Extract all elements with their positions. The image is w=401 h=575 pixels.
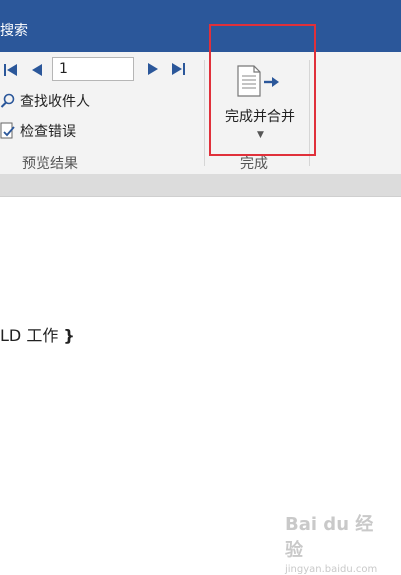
document-area[interactable] [0, 196, 401, 563]
chevron-down-icon: ▼ [257, 130, 264, 140]
previous-record-button[interactable] [26, 59, 48, 81]
finish-and-merge-label: 完成并合并 [225, 109, 295, 125]
record-number-input[interactable]: 1 [52, 57, 134, 81]
preview-results-group-label: 预览结果 [22, 156, 78, 172]
next-record-button[interactable] [142, 58, 164, 80]
search-icon [0, 93, 15, 108]
first-record-button[interactable] [0, 59, 22, 81]
finish-group-label: 完成 [240, 156, 268, 172]
merge-field: LD 工作 } [0, 322, 75, 346]
find-recipient-button[interactable]: 查找收件人 [0, 90, 90, 112]
group-separator [204, 60, 205, 166]
baidu-watermark: Bai du 经验 jingyan.baidu.com [285, 510, 385, 575]
last-record-icon [172, 63, 185, 75]
check-errors-label: 检查错误 [20, 124, 76, 140]
window-title: 搜索 [0, 23, 28, 39]
finish-merge-icon [237, 65, 279, 97]
merge-field-brace: } [63, 326, 75, 345]
next-record-icon [148, 63, 158, 75]
merge-field-text: LD 工作 [0, 326, 59, 345]
watermark-brand: Bai du 经验 [285, 514, 374, 561]
watermark-url: jingyan.baidu.com [285, 564, 378, 575]
record-navigation [0, 58, 48, 82]
find-recipient-label: 查找收件人 [20, 94, 90, 110]
finish-and-merge-button[interactable]: 完成并合并 ▼ [210, 58, 310, 154]
ribbon-bottom-bar [0, 174, 401, 196]
check-document-icon [0, 122, 15, 139]
previous-record-icon [32, 64, 42, 76]
title-bar: 搜索 [0, 0, 401, 52]
first-record-icon [4, 64, 17, 76]
check-errors-button[interactable]: 检查错误 [0, 120, 76, 142]
last-record-button[interactable] [168, 58, 190, 80]
